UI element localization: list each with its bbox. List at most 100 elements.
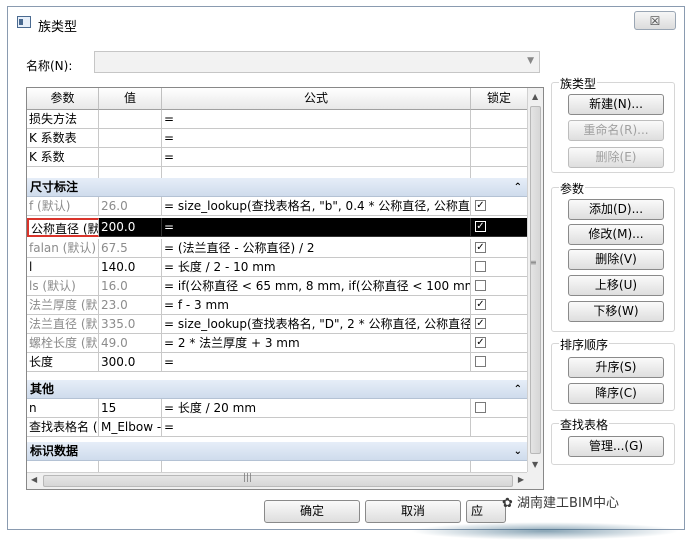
table-row[interactable]: l 140.0 = 长度 / 2 - 10 mm bbox=[27, 258, 528, 277]
group-label: 尺寸标注 bbox=[30, 180, 79, 194]
formula-cell[interactable]: = 长度 / 2 - 10 mm bbox=[162, 258, 471, 277]
value-cell[interactable]: 140.0 bbox=[99, 258, 162, 277]
wechat-icon: ✿ bbox=[502, 496, 513, 511]
value-cell[interactable]: 67.5 bbox=[99, 239, 162, 258]
value-cell[interactable]: 200.0 bbox=[99, 218, 162, 237]
parameter-grid: 参数 值 公式 锁定 损失方法 = K 系数表 = K 系数 = 尺寸标注 ⌃ … bbox=[26, 87, 544, 490]
lock-cell bbox=[471, 277, 528, 296]
modify-parameter-button[interactable]: 修改(M)... bbox=[568, 224, 664, 245]
param-cell: 损失方法 bbox=[27, 110, 99, 129]
lock-cell bbox=[471, 418, 528, 437]
table-row[interactable]: f (默认) 26.0 = size_lookup(查找表格名, "b", 0.… bbox=[27, 197, 528, 216]
value-cell[interactable]: 26.0 bbox=[99, 197, 162, 216]
value-cell[interactable]: 15 bbox=[99, 399, 162, 418]
rename-type-button[interactable]: 重命名(R)... bbox=[568, 120, 664, 141]
lock-checkbox[interactable] bbox=[475, 280, 486, 291]
chevron-up-icon[interactable]: ⌃ bbox=[514, 178, 522, 197]
horizontal-scrollbar[interactable]: ◀ ||| ▶ bbox=[27, 472, 528, 489]
formula-cell[interactable]: = (法兰直径 - 公称直径) / 2 bbox=[162, 239, 471, 258]
value-cell[interactable] bbox=[99, 148, 162, 167]
lock-checkbox[interactable]: ✓ bbox=[475, 242, 486, 253]
apply-button[interactable]: 应 bbox=[466, 500, 506, 523]
table-row[interactable]: 螺栓长度 (默 49.0 = 2 * 法兰厚度 + 3 mm ✓ bbox=[27, 334, 528, 353]
header-lock[interactable]: 锁定 bbox=[471, 88, 528, 110]
value-cell[interactable]: M_Elbow - bbox=[99, 418, 162, 437]
lock-checkbox[interactable]: ✓ bbox=[475, 200, 486, 211]
formula-cell[interactable]: = bbox=[162, 353, 471, 372]
header-formula[interactable]: 公式 bbox=[162, 88, 471, 110]
vertical-scrollbar[interactable]: ▲ ≡ ▼ bbox=[527, 88, 543, 473]
table-row[interactable]: falan (默认) 67.5 = (法兰直径 - 公称直径) / 2 ✓ bbox=[27, 239, 528, 258]
scroll-left-icon[interactable]: ◀ bbox=[31, 475, 37, 484]
table-row[interactable]: 查找表格名 ( M_Elbow - = bbox=[27, 418, 528, 437]
value-cell[interactable]: 49.0 bbox=[99, 334, 162, 353]
chevron-down-icon[interactable]: ▼ bbox=[527, 56, 534, 66]
new-type-button[interactable]: 新建(N)... bbox=[568, 94, 664, 115]
scroll-down-icon[interactable]: ▼ bbox=[532, 460, 538, 469]
lock-checkbox[interactable] bbox=[475, 402, 486, 413]
vertical-scroll-thumb[interactable] bbox=[530, 106, 541, 454]
value-cell[interactable]: 300.0 bbox=[99, 353, 162, 372]
family-types-title: 族类型 bbox=[559, 75, 598, 92]
formula-cell[interactable]: = 长度 / 20 mm bbox=[162, 399, 471, 418]
name-combobox[interactable]: ▼ bbox=[94, 51, 540, 73]
remove-parameter-button[interactable]: 删除(V) bbox=[568, 249, 664, 270]
lock-checkbox[interactable]: ✓ bbox=[475, 337, 486, 348]
scroll-corner bbox=[527, 472, 543, 489]
parameters-title: 参数 bbox=[559, 180, 586, 197]
header-param[interactable]: 参数 bbox=[27, 88, 99, 110]
table-row[interactable]: ls (默认) 16.0 = if(公称直径 < 65 mm, 8 mm, if… bbox=[27, 277, 528, 296]
group-dimensions[interactable]: 尺寸标注 ⌃ bbox=[27, 178, 528, 197]
cancel-button[interactable]: 取消 bbox=[365, 500, 461, 523]
formula-cell[interactable]: = bbox=[162, 218, 471, 237]
table-row[interactable]: 损失方法 = bbox=[27, 110, 528, 129]
add-parameter-button[interactable]: 添加(D)... bbox=[568, 199, 664, 220]
formula-cell[interactable]: = bbox=[162, 110, 471, 129]
group-identity-data[interactable]: 标识数据 ⌄ bbox=[27, 442, 528, 461]
formula-cell[interactable]: = size_lookup(查找表格名, "D", 2 * 公称直径, 公称直径… bbox=[162, 315, 471, 334]
table-row[interactable]: 法兰直径 (默 335.0 = size_lookup(查找表格名, "D", … bbox=[27, 315, 528, 334]
manage-lookup-button[interactable]: 管理...(G) bbox=[568, 436, 664, 457]
lock-checkbox[interactable]: ✓ bbox=[475, 318, 486, 329]
lock-checkbox[interactable] bbox=[475, 356, 486, 367]
move-up-button[interactable]: 上移(U) bbox=[568, 275, 664, 296]
formula-cell[interactable]: = bbox=[162, 129, 471, 148]
value-cell[interactable] bbox=[99, 110, 162, 129]
sort-descending-button[interactable]: 降序(C) bbox=[568, 383, 664, 404]
chevron-up-icon[interactable]: ⌃ bbox=[514, 380, 522, 399]
sort-ascending-button[interactable]: 升序(S) bbox=[568, 357, 664, 378]
table-row[interactable]: 法兰厚度 (默 23.0 = f - 3 mm ✓ bbox=[27, 296, 528, 315]
table-row-selected[interactable]: 公称直径 (默 200.0 = ✓ bbox=[27, 218, 528, 237]
value-cell[interactable]: 16.0 bbox=[99, 277, 162, 296]
name-label: 名称(N): bbox=[26, 59, 73, 73]
table-row[interactable]: n 15 = 长度 / 20 mm bbox=[27, 399, 528, 418]
lock-checkbox[interactable]: ✓ bbox=[475, 221, 486, 232]
table-row[interactable]: K 系数表 = bbox=[27, 129, 528, 148]
value-cell[interactable]: 335.0 bbox=[99, 315, 162, 334]
formula-cell[interactable]: = size_lookup(查找表格名, "b", 0.4 * 公称直径, 公称… bbox=[162, 197, 471, 216]
lock-cell: ✓ bbox=[471, 218, 528, 237]
group-other[interactable]: 其他 ⌃ bbox=[27, 380, 528, 399]
table-row[interactable]: K 系数 = bbox=[27, 148, 528, 167]
formula-cell[interactable]: = if(公称直径 < 65 mm, 8 mm, if(公称直径 < 100 m… bbox=[162, 277, 471, 296]
dialog-title: 族类型 bbox=[38, 20, 78, 35]
close-button[interactable]: ☒ bbox=[634, 11, 676, 30]
chevron-down-icon[interactable]: ⌄ bbox=[514, 442, 522, 461]
move-down-button[interactable]: 下移(W) bbox=[568, 301, 664, 322]
formula-cell[interactable]: = 2 * 法兰厚度 + 3 mm bbox=[162, 334, 471, 353]
ok-button[interactable]: 确定 bbox=[264, 500, 360, 523]
table-row[interactable]: 长度 300.0 = bbox=[27, 353, 528, 372]
formula-cell[interactable]: = bbox=[162, 418, 471, 437]
lock-checkbox[interactable]: ✓ bbox=[475, 299, 486, 310]
scroll-right-icon[interactable]: ▶ bbox=[518, 475, 524, 484]
horizontal-scroll-thumb[interactable] bbox=[43, 475, 513, 487]
scroll-up-icon[interactable]: ▲ bbox=[532, 92, 538, 101]
header-value[interactable]: 值 bbox=[99, 88, 162, 110]
formula-cell[interactable]: = bbox=[162, 148, 471, 167]
delete-type-button[interactable]: 删除(E) bbox=[568, 147, 664, 168]
param-cell: 法兰直径 (默 bbox=[27, 315, 99, 334]
value-cell[interactable]: 23.0 bbox=[99, 296, 162, 315]
value-cell[interactable] bbox=[99, 129, 162, 148]
formula-cell[interactable]: = f - 3 mm bbox=[162, 296, 471, 315]
lock-checkbox[interactable] bbox=[475, 261, 486, 272]
